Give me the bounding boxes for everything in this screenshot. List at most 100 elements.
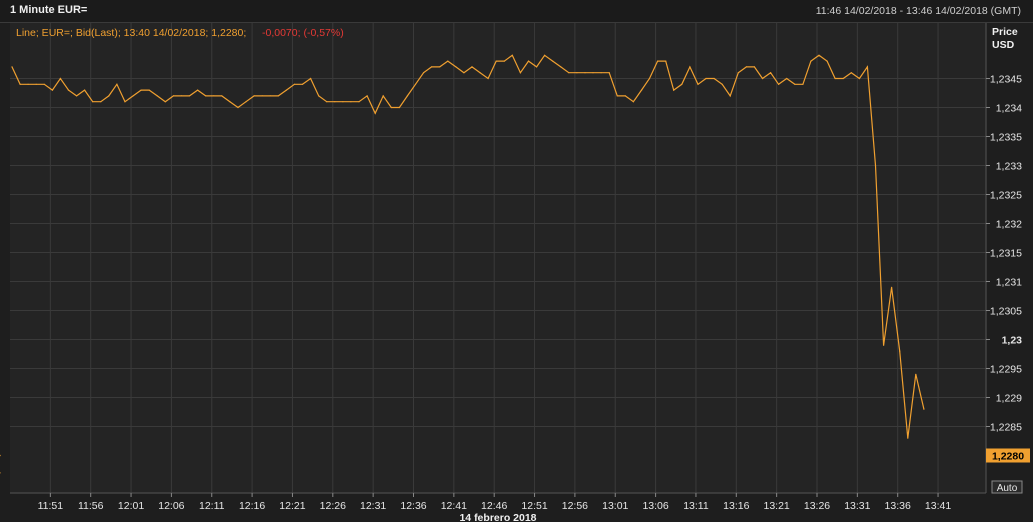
data-point xyxy=(261,95,263,97)
data-point xyxy=(310,77,312,80)
data-point xyxy=(148,89,150,91)
data-point xyxy=(406,95,408,97)
auto-button-label: Auto xyxy=(997,483,1018,494)
data-point xyxy=(414,83,417,85)
data-point xyxy=(350,101,352,103)
data-point xyxy=(745,66,748,68)
x-tick-label: 13:31 xyxy=(844,500,870,512)
x-tick-label: 12:16 xyxy=(239,500,265,512)
data-point xyxy=(584,72,586,74)
data-point xyxy=(245,101,247,103)
data-point xyxy=(84,89,86,91)
data-point xyxy=(899,350,901,352)
data-point xyxy=(479,72,481,74)
data-point xyxy=(463,72,465,74)
data-point xyxy=(237,106,239,109)
data-point xyxy=(92,101,94,103)
data-point xyxy=(866,66,869,68)
x-tick-label: 13:16 xyxy=(723,500,749,512)
data-point xyxy=(172,95,174,97)
data-point xyxy=(810,60,812,62)
y-tick-label: 1,231 xyxy=(996,277,1022,289)
data-point xyxy=(536,66,538,68)
data-point xyxy=(487,77,489,80)
y-tick-label: 1,2315 xyxy=(990,248,1022,260)
data-point xyxy=(431,66,433,68)
data-point xyxy=(560,66,562,68)
x-tick-label: 12:31 xyxy=(360,500,386,512)
data-point xyxy=(398,106,400,109)
data-point xyxy=(592,72,594,74)
x-tick-label: 12:06 xyxy=(158,500,184,512)
data-point xyxy=(640,89,643,91)
data-point xyxy=(269,95,271,97)
y-tick-label: 1,2285 xyxy=(990,422,1022,434)
x-ticks: 11:51 11:56 12:01 12:06 12:11 12:16 12:21 12:26… xyxy=(38,493,951,512)
x-tick-label: 12:51 xyxy=(521,500,547,512)
data-point xyxy=(778,83,780,85)
y-axis-title-price: Price xyxy=(992,26,1018,38)
data-point xyxy=(495,60,497,62)
data-point xyxy=(794,83,796,85)
data-point xyxy=(576,72,578,74)
chart-svg: Line; EUR=; Bid(Last); 13:40 14/02/2018;… xyxy=(0,23,1030,522)
data-point xyxy=(826,60,828,62)
data-point xyxy=(552,60,554,62)
x-axis-date-label: 14 febrero 2018 xyxy=(459,512,536,522)
x-tick-label: 13:11 xyxy=(683,500,709,512)
x-tick-label: 12:26 xyxy=(320,500,346,512)
data-point xyxy=(27,83,29,85)
data-point xyxy=(390,106,392,109)
x-tick-label: 13:41 xyxy=(925,500,951,512)
y-axis-title-currency: USD xyxy=(992,39,1015,51)
data-point xyxy=(519,72,522,74)
data-point xyxy=(253,95,255,97)
y-tick-label: 1,2335 xyxy=(990,132,1022,144)
data-point xyxy=(0,454,1,457)
x-tick-label: 12:01 xyxy=(118,500,144,512)
data-point xyxy=(770,72,772,74)
x-tick-label: 12:11 xyxy=(199,500,225,512)
data-point xyxy=(423,72,425,74)
data-point xyxy=(108,95,110,97)
data-point xyxy=(447,60,449,62)
data-point xyxy=(342,101,344,103)
data-point xyxy=(729,95,731,97)
data-point xyxy=(326,101,328,103)
data-point xyxy=(124,101,126,103)
data-point xyxy=(213,95,215,97)
data-point xyxy=(657,60,659,62)
legend-series-info: Line; EUR=; Bid(Last); 13:40 14/02/2018;… xyxy=(16,27,246,39)
data-point xyxy=(366,95,368,97)
data-point xyxy=(358,101,360,103)
data-point xyxy=(374,112,376,114)
auto-scale-button[interactable]: Auto xyxy=(991,480,1023,494)
data-point xyxy=(705,77,707,80)
data-point xyxy=(544,54,546,56)
x-tick-label: 12:21 xyxy=(279,500,305,512)
data-point xyxy=(681,83,683,85)
plot-area xyxy=(10,23,986,493)
data-point xyxy=(713,77,715,80)
x-tick-label: 12:46 xyxy=(481,500,507,512)
data-point xyxy=(0,472,1,474)
data-point xyxy=(221,95,223,97)
data-point xyxy=(197,89,199,91)
data-point xyxy=(665,60,667,62)
data-point xyxy=(737,72,739,74)
y-tick-label: 1,2295 xyxy=(990,364,1022,376)
y-tick-label: 1,23 xyxy=(1002,335,1023,347)
x-tick-label: 11:56 xyxy=(78,500,104,512)
data-point xyxy=(915,373,917,375)
y-tick-label: 1,234 xyxy=(996,103,1022,115)
data-point xyxy=(923,408,925,410)
data-point xyxy=(689,66,691,68)
x-tick-label: 13:06 xyxy=(642,500,668,512)
data-point xyxy=(850,72,852,74)
data-point xyxy=(140,89,142,91)
data-point xyxy=(35,83,37,85)
data-point xyxy=(116,83,118,85)
data-point xyxy=(907,437,909,439)
x-tick-label: 12:56 xyxy=(562,500,588,512)
data-point xyxy=(802,83,804,85)
